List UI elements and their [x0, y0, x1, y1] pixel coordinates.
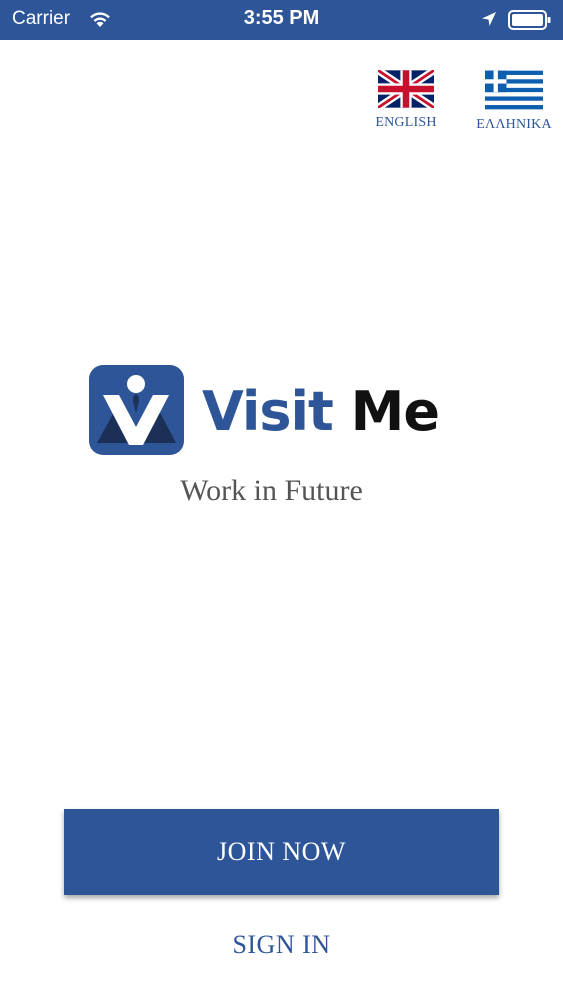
- language-greek-button[interactable]: ΕΛΛΗΝΙΚΑ: [468, 70, 560, 133]
- logo-word-me: Me: [350, 380, 440, 443]
- location-icon: [482, 12, 496, 26]
- tagline: Work in Future: [0, 474, 563, 508]
- language-greek-label: ΕΛΛΗΝΙΚΑ: [476, 117, 552, 132]
- logo-word-visit: Visit: [202, 380, 334, 443]
- greek-flag-icon: [485, 70, 543, 110]
- status-time: 3:55 PM: [243, 7, 320, 29]
- logo-wordmark: Visit Me: [202, 380, 440, 444]
- visit-me-logo-icon: [89, 365, 184, 455]
- join-now-button[interactable]: JOIN NOW: [64, 809, 499, 895]
- sign-in-link[interactable]: SIGN IN: [0, 930, 563, 960]
- uk-flag-icon: [378, 70, 434, 108]
- status-bar: Carrier 3:55 PM: [0, 0, 563, 40]
- language-english-label: ENGLISH: [375, 115, 437, 130]
- language-english-button[interactable]: ENGLISH: [368, 70, 444, 131]
- battery-icon: [508, 10, 551, 30]
- tagline-text: Work in Future: [180, 474, 363, 507]
